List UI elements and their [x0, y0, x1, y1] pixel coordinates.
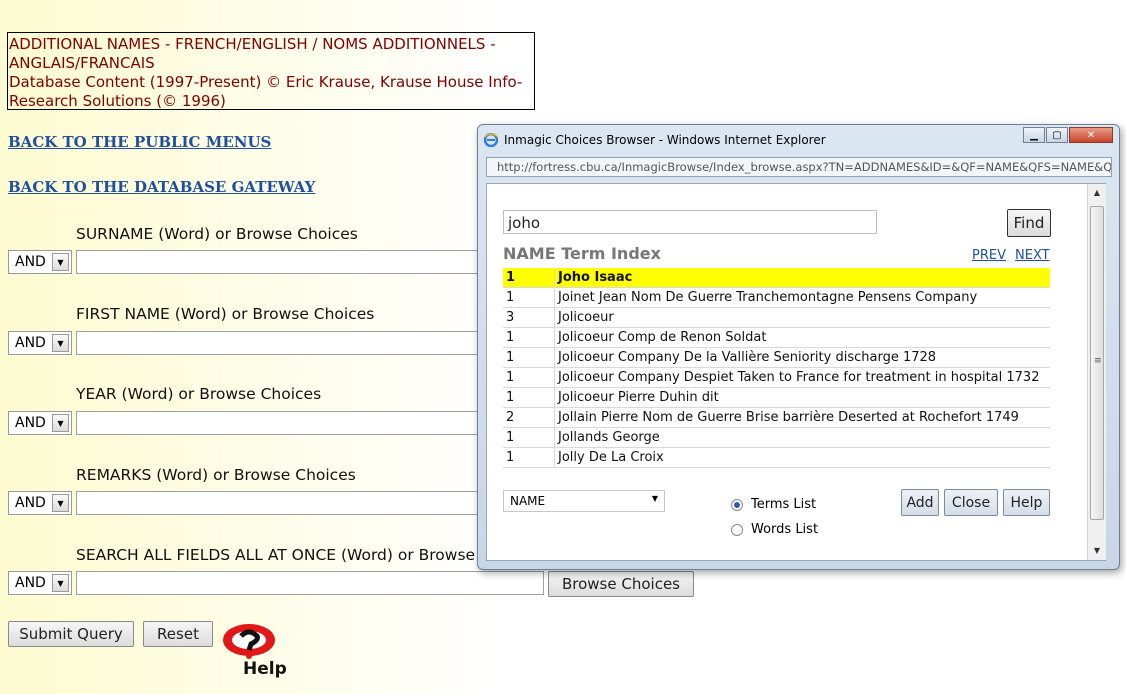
- surname-input[interactable]: [76, 250, 544, 274]
- address-bar[interactable]: http://fortress.cbu.ca/InmagicBrowse/Ind…: [486, 157, 1112, 177]
- find-button[interactable]: Find: [1007, 209, 1051, 237]
- submit-query-button[interactable]: Submit Query: [8, 621, 134, 647]
- chevron-down-icon: ▼: [52, 494, 69, 512]
- term-index-table: 1 Joho Isaac 1 Joinet Jean Nom De Guerre T…: [503, 268, 1050, 468]
- grip-icon: ≡: [1094, 356, 1102, 366]
- all-fields-operator-select[interactable]: AND ▼: [8, 571, 72, 595]
- chevron-down-icon: ▼: [52, 414, 69, 432]
- svg-text:Help: Help: [243, 659, 287, 678]
- table-row[interactable]: 1 Joinet Jean Nom De Guerre Tranchemontag…: [503, 287, 1050, 308]
- header-title: ADDITIONAL NAMES - FRENCH/ENGLISH / NOMS…: [9, 35, 496, 72]
- table-row[interactable]: 1 Jolicoeur Comp de Renon Soldat: [503, 327, 1050, 348]
- first-name-operator-select[interactable]: AND ▼: [8, 331, 72, 355]
- field-select[interactable]: NAME ▼: [503, 490, 665, 512]
- browse-choices-button[interactable]: Browse Choices: [548, 571, 694, 597]
- table-row[interactable]: 1 Jolly De La Croix: [503, 447, 1050, 468]
- surname-label: SURNAME (Word) or Browse Choices: [76, 225, 358, 243]
- table-row[interactable]: 1 Jolicoeur Company Despiet Taken to Fran…: [503, 367, 1050, 388]
- chevron-down-icon: ▼: [52, 253, 69, 271]
- next-link[interactable]: NEXT: [1015, 248, 1050, 263]
- address-url: http://fortress.cbu.ca/InmagicBrowse/Ind…: [497, 160, 1112, 174]
- remarks-label: REMARKS (Word) or Browse Choices: [76, 466, 356, 484]
- ie-icon: [484, 133, 498, 147]
- remarks-operator-select[interactable]: AND ▼: [8, 491, 72, 515]
- chevron-down-icon: ▼: [52, 334, 69, 352]
- first-name-input[interactable]: [76, 331, 544, 355]
- back-to-database-gateway-link[interactable]: BACK TO THE DATABASE GATEWAY: [8, 178, 315, 196]
- table-row[interactable]: 1 Joho Isaac: [503, 268, 1050, 288]
- chevron-down-icon: ▼: [651, 494, 658, 503]
- help-logo-icon[interactable]: Help: [221, 620, 289, 679]
- table-row[interactable]: 1 Jollands George: [503, 427, 1050, 448]
- chevron-down-icon: ▼: [52, 574, 69, 592]
- scroll-down-icon[interactable]: ▼: [1088, 542, 1106, 560]
- choices-browser-window: Inmagic Choices Browser - Windows Intern…: [477, 124, 1120, 570]
- scroll-up-icon[interactable]: ▲: [1088, 184, 1106, 202]
- radio-unselected-icon: [731, 523, 743, 536]
- vertical-scrollbar[interactable]: ▲ ≡ ▼: [1087, 184, 1106, 560]
- table-row[interactable]: 3 Jolicoeur: [503, 307, 1050, 328]
- all-fields-label: SEARCH ALL FIELDS ALL AT ONCE (Word) or …: [76, 546, 476, 564]
- all-fields-input[interactable]: [76, 571, 544, 595]
- help-button[interactable]: Help: [1003, 489, 1050, 516]
- minimize-icon[interactable]: ▁: [1023, 127, 1045, 143]
- year-input[interactable]: [76, 411, 544, 435]
- database-header: ADDITIONAL NAMES - FRENCH/ENGLISH / NOMS…: [7, 32, 535, 110]
- reset-button[interactable]: Reset: [143, 621, 213, 647]
- add-button[interactable]: Add: [901, 489, 939, 516]
- close-button[interactable]: Close: [944, 489, 998, 516]
- prev-link[interactable]: PREV: [972, 248, 1006, 263]
- table-row[interactable]: 1 Jolicoeur Pierre Duhin dit: [503, 387, 1050, 408]
- words-list-radio[interactable]: Words List: [731, 522, 818, 537]
- back-to-public-menus-link[interactable]: BACK TO THE PUBLIC MENUS: [8, 133, 271, 151]
- radio-selected-icon: [731, 498, 743, 511]
- table-row[interactable]: 2 Jollain Pierre Nom de Guerre Brise barr…: [503, 407, 1050, 428]
- table-row[interactable]: 1 Jolicoeur Company De la Vallière Senior…: [503, 347, 1050, 368]
- remarks-input[interactable]: [76, 491, 544, 515]
- window-controls: ▁ ▢ ✕: [1022, 127, 1113, 143]
- browser-content: joho Find NAME Term Index PREV NEXT 1 Joh…: [486, 183, 1106, 561]
- window-title: Inmagic Choices Browser - Windows Intern…: [504, 133, 826, 147]
- term-search-input[interactable]: joho: [503, 210, 877, 234]
- close-window-icon[interactable]: ✕: [1069, 127, 1113, 143]
- surname-operator-select[interactable]: AND ▼: [8, 250, 72, 274]
- first-name-label: FIRST NAME (Word) or Browse Choices: [76, 305, 375, 323]
- index-title: NAME Term Index: [503, 244, 661, 263]
- terms-list-radio[interactable]: Terms List: [731, 497, 816, 512]
- window-titlebar: Inmagic Choices Browser - Windows Intern…: [484, 131, 826, 149]
- year-operator-select[interactable]: AND ▼: [8, 411, 72, 435]
- maximize-icon[interactable]: ▢: [1046, 127, 1068, 143]
- header-copyright: Database Content (1997-Present) © Eric K…: [9, 73, 523, 110]
- year-label: YEAR (Word) or Browse Choices: [76, 385, 322, 403]
